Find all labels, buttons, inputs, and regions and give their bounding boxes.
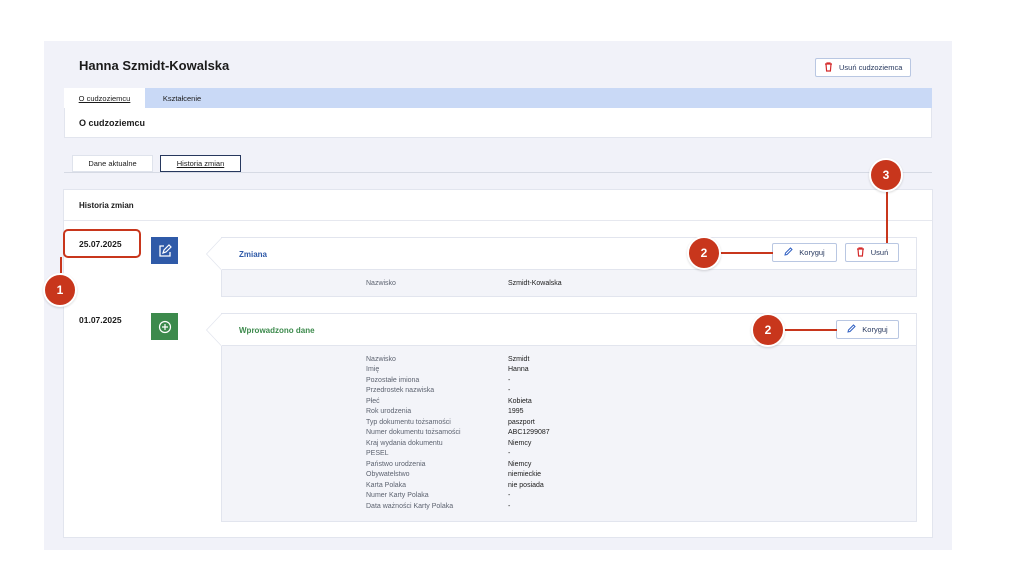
tab-label: O cudzoziemcu [78, 93, 131, 103]
field-value: Szmidt [508, 355, 530, 363]
field-value: niemieckie [508, 471, 542, 479]
list-item: Typ dokumentu tożsamości paszport [366, 417, 550, 428]
field-value: Szmidt-Kowalska [508, 279, 562, 287]
correct-button[interactable]: Koryguj [772, 243, 837, 262]
delete-entry-button[interactable]: Usuń [845, 243, 899, 262]
entry-date: 01.07.2025 [79, 315, 122, 325]
callout-line [720, 252, 773, 254]
callout-badge: 3 [869, 158, 903, 192]
field-label: Państwo urodzenia [366, 460, 426, 468]
list-item: Numer Karty Polaka - [366, 491, 550, 502]
page-title: Hanna Szmidt-Kowalska [79, 58, 230, 73]
entry-rows: Nazwisko Szmidt-Kowalska [366, 278, 562, 289]
field-label: Numer dokumentu tożsamości [366, 429, 461, 437]
field-value: - [508, 450, 511, 458]
field-value: ABC1299087 [508, 429, 550, 437]
field-label: Płeć [366, 397, 380, 405]
history-entry-added: Wprowadzono dane Nazwisko Szmidt Imię Hanna… [206, 313, 917, 522]
list-item: Pozostałe imiona - [366, 375, 550, 386]
delete-entry-label: Usuń [870, 248, 889, 257]
field-value: - [508, 387, 511, 395]
entry-notch [207, 238, 222, 270]
add-circle-icon [151, 313, 178, 340]
pencil-icon [847, 324, 856, 335]
list-item: Państwo urodzenia Niemcy [366, 459, 550, 470]
field-value: - [508, 492, 511, 500]
divider [64, 172, 932, 173]
trash-icon [856, 246, 865, 259]
list-item: Numer dokumentu tożsamości ABC1299087 [366, 428, 550, 439]
callout-badge: 1 [43, 273, 77, 307]
field-label: Pozostałe imiona [366, 376, 420, 384]
field-label: Nazwisko [366, 355, 396, 363]
field-label: Kraj wydania dokumentu [366, 439, 443, 447]
field-label: Nazwisko [366, 279, 396, 287]
field-value: 1995 [508, 408, 524, 416]
callout-badge: 2 [687, 236, 721, 270]
tabs-bar: O cudzoziemcu Kształcenie [64, 88, 932, 108]
field-label: Data ważności Karty Polaka [366, 502, 454, 510]
entry-title: Wprowadzono dane [239, 326, 315, 335]
list-item: Przedrostek nazwiska - [366, 386, 550, 397]
edit-icon [151, 237, 178, 264]
list-item: Nazwisko Szmidt [366, 354, 550, 365]
tab-label: Kształcenie [162, 93, 202, 103]
entry-title: Zmiana [239, 250, 268, 259]
list-item: Karta Polaka nie posiada [366, 480, 550, 491]
correct-label: Koryguj [799, 248, 825, 257]
list-item: Kraj wydania dokumentu Niemcy [366, 438, 550, 449]
list-item: Rok urodzenia 1995 [366, 407, 550, 418]
entry-rows: Nazwisko Szmidt Imię Hanna Pozostałe imiona -… [366, 354, 550, 512]
list-item: Imię Hanna [366, 365, 550, 376]
list-item: Data ważności Karty Polaka - [366, 501, 550, 512]
subtab-dane-aktualne[interactable]: Dane aktualne [72, 155, 153, 172]
section-title: O cudzoziemcu [79, 118, 146, 128]
delete-foreigner-button[interactable]: Usuń cudzoziemca [815, 58, 912, 77]
correct-label: Koryguj [862, 325, 888, 334]
field-label: Typ dokumentu tożsamości [366, 418, 451, 426]
field-label: Imię [366, 366, 380, 374]
tab-ksztalcenie[interactable]: Kształcenie [145, 88, 219, 108]
list-item: PESEL - [366, 449, 550, 460]
field-value: Niemcy [508, 460, 532, 468]
list-item: Obywatelstwo niemieckie [366, 470, 550, 481]
history-title: Historia zmian [79, 201, 134, 210]
callout-badge: 2 [751, 313, 785, 347]
list-item: Płeć Kobieta [366, 396, 550, 407]
field-label: PESEL [366, 450, 389, 458]
callout-line [886, 190, 888, 243]
trash-icon [824, 61, 833, 74]
tab-o-cudzoziemcu[interactable]: O cudzoziemcu [64, 88, 145, 108]
entry-notch [207, 314, 222, 346]
pencil-icon [784, 247, 793, 258]
delete-foreigner-label: Usuń cudzoziemca [839, 63, 903, 72]
field-value: - [508, 502, 511, 510]
field-value: Niemcy [508, 439, 532, 447]
field-value: paszport [508, 418, 535, 426]
field-label: Numer Karty Polaka [366, 492, 429, 500]
field-value: nie posiada [508, 481, 544, 489]
callout-line [60, 257, 62, 273]
section-header: O cudzoziemcu [64, 108, 932, 138]
list-item: Nazwisko Szmidt-Kowalska [366, 278, 562, 289]
field-value: Hanna [508, 366, 529, 374]
subtab-historia-zmian[interactable]: Historia zmian [160, 155, 241, 172]
field-value: Kobieta [508, 397, 532, 405]
correct-button[interactable]: Koryguj [836, 320, 899, 339]
callout-line [784, 329, 837, 331]
date-highlight [63, 229, 141, 258]
field-label: Obywatelstwo [366, 471, 410, 479]
field-value: - [508, 376, 511, 384]
history-header: Historia zmian [64, 190, 932, 221]
field-label: Rok urodzenia [366, 408, 412, 416]
subtab-label: Historia zmian [176, 159, 225, 168]
field-label: Karta Polaka [366, 481, 407, 489]
field-label: Przedrostek nazwiska [366, 387, 435, 395]
subtab-label: Dane aktualne [88, 159, 137, 168]
